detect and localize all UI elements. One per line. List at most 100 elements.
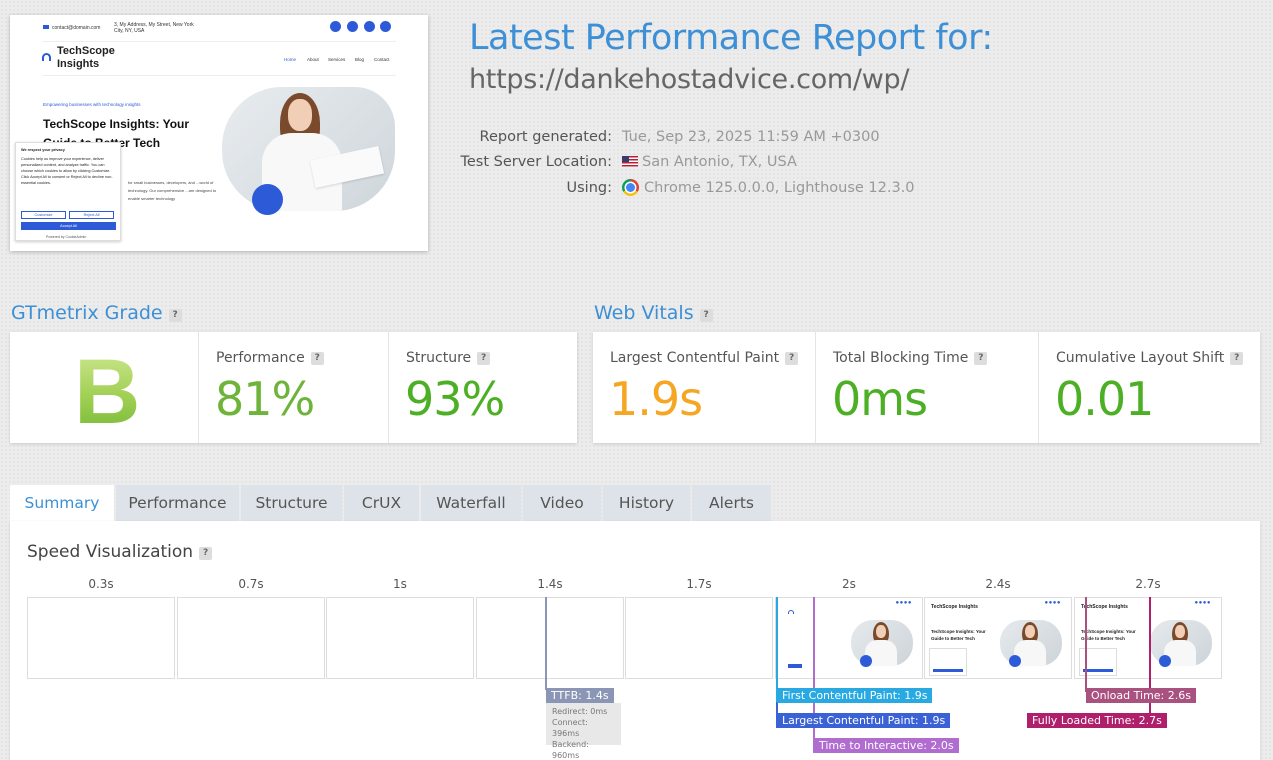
timeline-tick: 0.3s	[88, 577, 114, 591]
timeline-tick: 0.7s	[238, 577, 264, 591]
divider	[42, 75, 396, 76]
web-vitals-heading: Web Vitals	[594, 302, 694, 324]
tti-line	[813, 597, 815, 753]
chat-bubble	[1009, 655, 1021, 667]
chat-bubble	[860, 655, 872, 667]
report-generated-value: Tue, Sep 23, 2025 11:59 AM +0300	[622, 129, 880, 145]
frame-hero-title: TechScope Insights: Your Guide to Better…	[931, 629, 986, 641]
speed-visualization-title: Speed Visualization?	[27, 542, 213, 562]
tab-waterfall[interactable]: Waterfall	[421, 485, 521, 521]
report-url[interactable]: https://dankehostadvice.com/wp/	[469, 64, 909, 95]
gtmetrix-grade-card: B Performance? 81% Structure? 93%	[10, 332, 577, 443]
chrome-icon	[622, 179, 639, 196]
thumb-nav-item: Blog	[355, 57, 365, 62]
thumb-hero-text: for small businesses, developers, and ..…	[128, 180, 217, 201]
filmstrip-frame[interactable]	[177, 597, 325, 679]
ttfb-line	[545, 597, 547, 690]
help-icon[interactable]: ?	[199, 547, 213, 560]
backend-time: Backend: 960ms	[552, 740, 589, 760]
timeline-tick: 2s	[842, 577, 856, 591]
help-icon[interactable]: ?	[168, 309, 182, 322]
tab-history[interactable]: History	[603, 485, 690, 521]
tab-crux[interactable]: CrUX	[344, 485, 419, 521]
report-generated-row: Report generated: Tue, Sep 23, 2025 11:59…	[440, 129, 960, 145]
instagram-icon	[364, 21, 375, 32]
server-location-row: Test Server Location: San Antonio, TX, US…	[440, 154, 960, 170]
grade-cell: B	[10, 332, 199, 443]
cls-value: 0.01	[1055, 372, 1154, 426]
server-location-value: San Antonio, TX, USA	[642, 154, 797, 170]
grade-letter: B	[74, 341, 141, 443]
filmstrip-frame[interactable]	[27, 597, 175, 679]
timeline-tick: 1.4s	[537, 577, 563, 591]
chat-bubble	[1159, 655, 1171, 667]
summary-panel: Speed Visualization? 0.3s 0.7s 1s 1.4s 1…	[10, 521, 1260, 760]
gtmetrix-grade-heading: GTmetrix Grade	[11, 302, 163, 324]
facebook-icon	[330, 21, 341, 32]
help-icon[interactable]: ?	[974, 352, 988, 365]
help-icon[interactable]: ?	[1230, 352, 1244, 365]
ttfb-details: Redirect: 0ms Connect: 396ms Backend: 96…	[546, 703, 621, 760]
cookie-customize-button: Customize	[21, 211, 66, 219]
tbt-cell: Total Blocking Time? 0ms	[815, 332, 1038, 443]
help-icon[interactable]: ?	[699, 309, 713, 322]
thumb-hero-photo	[222, 87, 395, 211]
report-title: Latest Performance Report for:	[469, 18, 993, 58]
filmstrip-frame[interactable]	[326, 597, 474, 679]
report-tabs: Summary Performance Structure CrUX Water…	[10, 485, 773, 521]
help-icon[interactable]: ?	[310, 352, 324, 365]
fully-loaded-marker: Fully Loaded Time: 2.7s	[1027, 713, 1167, 728]
social-icons: ●●●●	[895, 600, 912, 606]
speed-visualization-heading: Speed Visualization	[27, 542, 194, 562]
tab-performance[interactable]: Performance	[116, 485, 239, 521]
logo-icon	[42, 53, 51, 61]
cls-label: Cumulative Layout Shift	[1056, 350, 1225, 366]
lcp-label: Largest Contentful Paint	[610, 350, 780, 366]
cookie-powered-by: Powered by CookieAdmin	[46, 235, 87, 239]
web-vitals-title: Web Vitals?	[594, 302, 713, 324]
frame-logo: TechScope Insights	[1081, 604, 1128, 610]
filmstrip-frame[interactable]: ●●●●	[775, 597, 923, 679]
help-icon[interactable]: ?	[785, 352, 799, 365]
cookie-text: Cookies help us improve your experience,…	[21, 157, 113, 185]
timeline-tick: 1.7s	[686, 577, 712, 591]
tab-structure[interactable]: Structure	[241, 485, 342, 521]
performance-value: 81%	[215, 372, 315, 426]
browser-label: Using:	[566, 180, 612, 196]
twitter-icon	[380, 21, 391, 32]
performance-cell: Performance? 81%	[198, 332, 388, 443]
report-generated-label: Report generated:	[479, 129, 612, 145]
fcp-marker: First Contentful Paint: 1.9s	[777, 688, 933, 703]
help-icon[interactable]: ?	[477, 352, 491, 365]
cookie-accept-button: Accept All	[21, 222, 116, 230]
filmstrip-frame[interactable]	[625, 597, 773, 679]
filmstrip-frame[interactable]	[476, 597, 624, 679]
filmstrip-frame[interactable]: TechScope Insights ●●●● TechScope Insigh…	[1074, 597, 1222, 679]
tbt-value: 0ms	[832, 372, 928, 426]
structure-cell: Structure? 93%	[388, 332, 577, 443]
tti-marker: Time to Interactive: 2.0s	[814, 738, 959, 753]
filmstrip-frame[interactable]: TechScope Insights ●●●● TechScope Insigh…	[924, 597, 1072, 679]
thumb-tagline: Empowering businesses with technology in…	[43, 102, 141, 107]
cls-cell: Cumulative Layout Shift? 0.01	[1038, 332, 1260, 443]
twitter-icon	[347, 21, 358, 32]
cookie-button-shape	[788, 664, 802, 668]
tab-video[interactable]: Video	[523, 485, 601, 521]
cookie-reject-button: Reject All	[69, 211, 115, 219]
gtmetrix-grade-title: GTmetrix Grade?	[11, 302, 182, 324]
lcp-value: 1.9s	[609, 372, 703, 426]
tab-summary[interactable]: Summary	[10, 485, 114, 521]
tab-alerts[interactable]: Alerts	[692, 485, 771, 521]
frame-hero-title: TechScope Insights: Your Guide to Better…	[1081, 629, 1136, 641]
thumb-nav-item: Home	[284, 57, 297, 62]
fcp-line	[776, 597, 778, 702]
social-icons: ●●●●	[1044, 600, 1061, 606]
thumb-nav-item: Contact	[374, 57, 390, 62]
timeline-tick: 2.7s	[1135, 577, 1161, 591]
page-screenshot-thumbnail[interactable]: contact@domain.com 3, My Address, My Str…	[10, 15, 428, 251]
onload-line	[1085, 597, 1087, 692]
us-flag-icon	[622, 156, 638, 167]
structure-value: 93%	[405, 372, 505, 426]
lcp-cell: Largest Contentful Paint? 1.9s	[593, 332, 815, 443]
server-location-label: Test Server Location:	[460, 154, 612, 170]
